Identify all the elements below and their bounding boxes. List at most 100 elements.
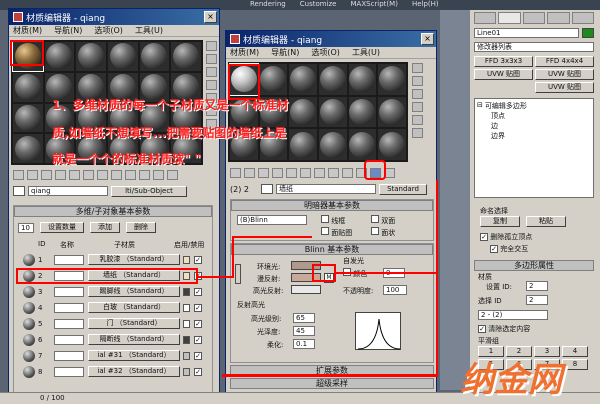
make-preview-icon[interactable] [412,128,423,138]
go-sibling-icon[interactable] [167,170,178,180]
stack-item-top[interactable]: ⊟ 可编辑多边形 [477,101,591,111]
rollout-header[interactable]: Blinn 基本参数 [231,244,433,255]
select-id-label[interactable]: 选择 ID [478,296,502,306]
enable-checkbox[interactable]: ✓ [194,367,202,376]
sample-slot[interactable] [378,64,406,95]
sample-slot[interactable] [348,129,377,160]
sample-slot[interactable] [139,42,170,71]
sample-slot[interactable] [318,96,347,128]
set-id-field[interactable]: 2 [526,281,548,291]
specular-swatch[interactable] [291,285,321,294]
color-swatch[interactable] [183,351,190,360]
background-icon[interactable] [412,89,423,99]
color-swatch[interactable] [183,303,190,312]
menu-options[interactable]: 选项(O) [94,25,123,36]
put-to-scene-icon[interactable] [27,170,38,180]
menu-item[interactable]: Rendering [250,0,286,10]
enable-checkbox[interactable]: ✓ [194,335,202,344]
get-material-icon[interactable] [230,168,241,178]
left-editor-titlebar[interactable]: 材质编辑器 - qiang × [9,9,219,25]
reset-icon[interactable] [272,168,283,178]
menu-utilities[interactable]: 工具(U) [352,47,380,58]
viewport[interactable] [440,10,470,390]
ffd4-button[interactable]: FFD 4x4x4 [535,56,594,67]
count-field[interactable]: 10 [18,222,34,233]
enable-checkbox[interactable]: ✓ [194,303,202,312]
material-type-button[interactable]: lti/Sub-Object [111,185,187,197]
show-map-icon[interactable] [125,170,136,180]
header-name[interactable]: 名称 [60,240,74,250]
smooth-8[interactable]: 8 [562,359,588,370]
header-sub[interactable]: 子材质 [114,240,135,250]
sub-material-button[interactable]: ial #31 （Standard） [88,350,180,361]
sample-slot[interactable] [318,129,347,160]
menu-item[interactable]: MAXScript(M) [351,0,398,10]
row-name[interactable] [54,334,84,345]
backlight-icon[interactable] [206,54,217,64]
get-material-icon[interactable] [13,170,24,180]
facemap-checkbox[interactable] [321,227,329,235]
menu-material[interactable]: 材质(M) [230,47,259,58]
header-id[interactable]: ID [38,240,45,248]
create-tab-icon[interactable] [474,12,497,24]
set-count-button[interactable]: 设置数量 [40,222,84,233]
pick-icon[interactable] [13,186,25,196]
uvw-map2-button[interactable]: UVW 贴图 [535,69,594,80]
menu-item[interactable]: Customize [300,0,337,10]
uv-tiling-icon[interactable] [206,80,217,90]
opacity-field[interactable]: 100 [383,285,407,295]
select-id-field[interactable]: 2 [526,295,548,305]
sample-slot[interactable] [107,42,138,71]
enable-checkbox[interactable]: ✓ [194,351,202,360]
copy-icon[interactable] [69,170,80,180]
sample-slot[interactable] [13,134,43,163]
sub-material-button[interactable]: 门 （Standard） [88,318,180,329]
paste-button[interactable]: 粘贴 [526,216,566,227]
rollout-header[interactable]: 明暗器基本参数 [231,200,433,211]
put-library-icon[interactable] [97,170,108,180]
menu-utilities[interactable]: 工具(U) [135,25,163,36]
sub-material-button[interactable]: 踢脚线 （Standard） [88,286,180,297]
sample-slot[interactable] [348,64,377,95]
spec-level-field[interactable]: 65 [293,313,315,323]
delete-iso-checkbox[interactable]: ✓ [480,233,488,241]
sample-slot[interactable] [289,129,317,160]
poly-props-header[interactable]: 多边形属性 [474,260,594,271]
sample-type-icon[interactable] [412,63,423,73]
sub-material-button[interactable]: 白玻 （Standard） [88,302,180,313]
menu-navigation[interactable]: 导航(N) [54,25,82,36]
select-id-dropdown[interactable]: 2 - (2) [478,310,548,320]
uvw-map3-button[interactable]: UVW 贴图 [535,82,594,93]
sample-slot[interactable] [13,103,43,133]
modify-tab-icon[interactable] [498,12,521,24]
go-parent-icon[interactable] [153,170,164,180]
gloss-field[interactable]: 45 [293,326,315,336]
video-check-icon[interactable] [412,115,423,125]
sample-slot[interactable] [378,96,406,128]
material-type-button[interactable]: Standard [379,183,427,195]
enable-checkbox[interactable]: ✓ [194,319,202,328]
background-icon[interactable] [206,67,217,77]
faceted-checkbox[interactable] [371,227,379,235]
color-swatch[interactable] [183,255,190,264]
material-name-field[interactable]: 墙纸 [276,184,376,194]
pick-icon[interactable] [261,184,273,194]
put-to-scene-icon[interactable] [244,168,255,178]
object-name-field[interactable]: Line01 [474,28,579,38]
assign-icon[interactable] [258,168,269,178]
row-name[interactable] [54,350,84,361]
sample-slot[interactable] [76,42,106,71]
close-icon[interactable]: × [421,33,434,45]
menu-navigation[interactable]: 导航(N) [271,47,299,58]
effect-channel-icon[interactable] [328,168,339,178]
close-icon[interactable]: × [204,11,217,23]
color-swatch[interactable] [183,319,190,328]
color-swatch[interactable] [183,287,190,296]
sample-slot[interactable] [259,64,288,95]
sub-material-button[interactable]: ial #32 （Standard） [88,366,180,377]
show-end-icon[interactable] [139,170,150,180]
reset-icon[interactable] [55,170,66,180]
sub-material-button[interactable]: 隔断线 （Standard） [88,334,180,345]
row-name[interactable] [54,254,84,265]
uvw-map-button[interactable]: UVW 贴图 [474,69,533,80]
